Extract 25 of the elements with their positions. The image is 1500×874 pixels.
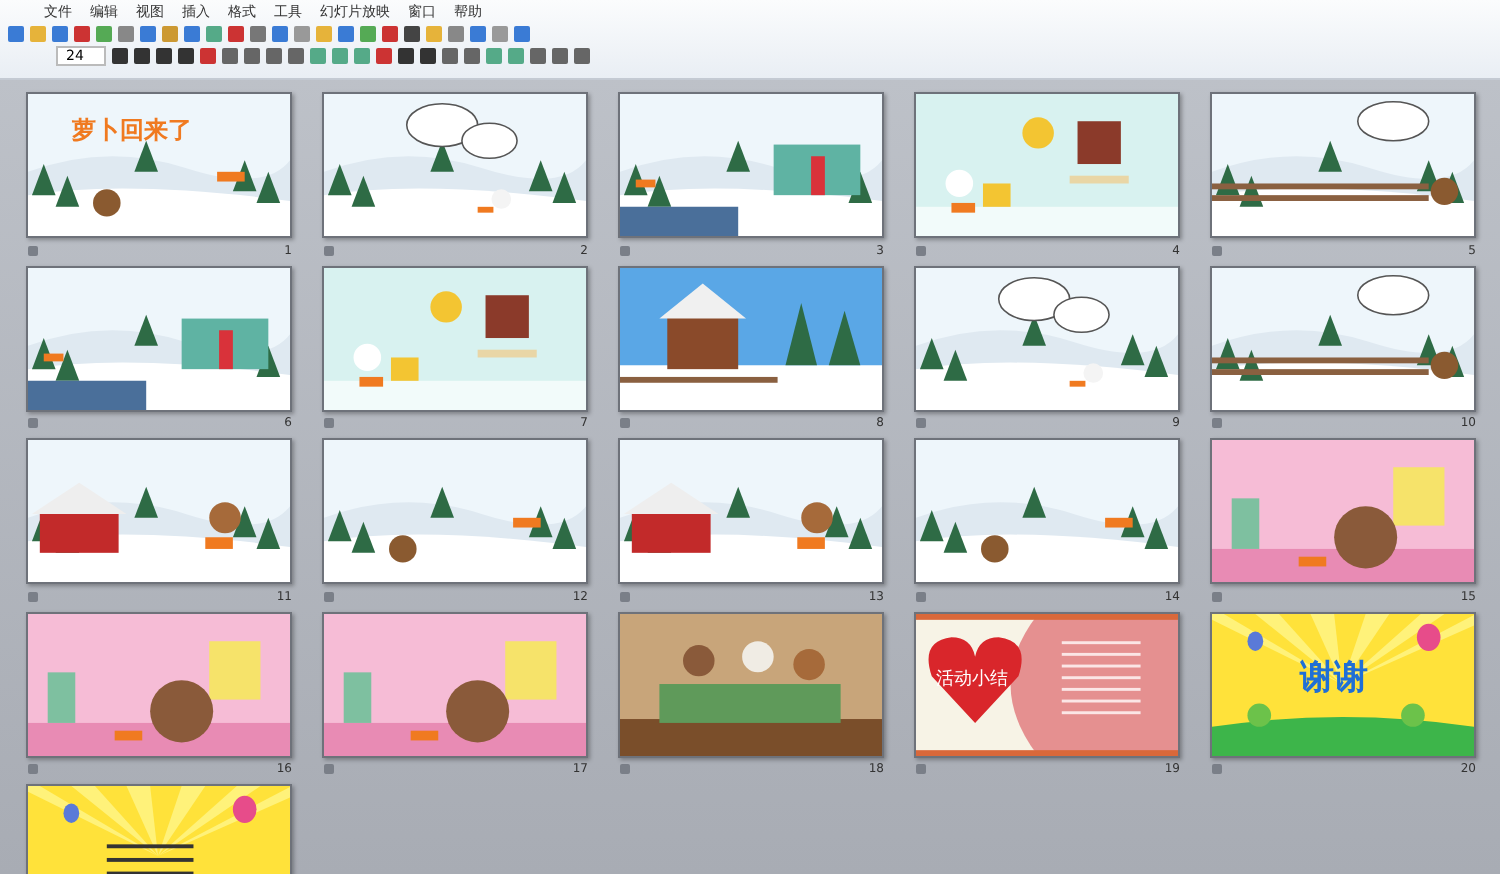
animation-icon xyxy=(28,591,38,601)
slide-thumbnail[interactable]: 活动小结 xyxy=(914,611,1180,757)
animation-icon xyxy=(324,418,334,428)
animation-icon xyxy=(28,245,38,255)
animation-icon xyxy=(916,764,926,774)
animation-icon xyxy=(1212,245,1222,255)
slide-title: 谢谢 xyxy=(1300,655,1368,699)
animation-icon xyxy=(620,245,630,255)
animation-icon xyxy=(324,591,334,601)
slide-title: 活动小结 xyxy=(936,667,1008,691)
animation-icon xyxy=(916,245,926,255)
animation-icon xyxy=(1212,764,1222,774)
animation-icon xyxy=(1212,591,1222,601)
animation-icon xyxy=(620,418,630,428)
animation-icon xyxy=(620,764,630,774)
animation-icon xyxy=(324,245,334,255)
slide-title: 萝卜回来了 xyxy=(72,114,192,148)
animation-icon xyxy=(28,418,38,428)
animation-icon xyxy=(916,591,926,601)
animation-icon xyxy=(324,764,334,774)
animation-icon xyxy=(28,764,38,774)
animation-icon xyxy=(1212,418,1222,428)
animation-icon xyxy=(620,591,630,601)
slide-thumbnail[interactable]: 谢谢 xyxy=(1210,611,1476,757)
animation-icon xyxy=(916,418,926,428)
